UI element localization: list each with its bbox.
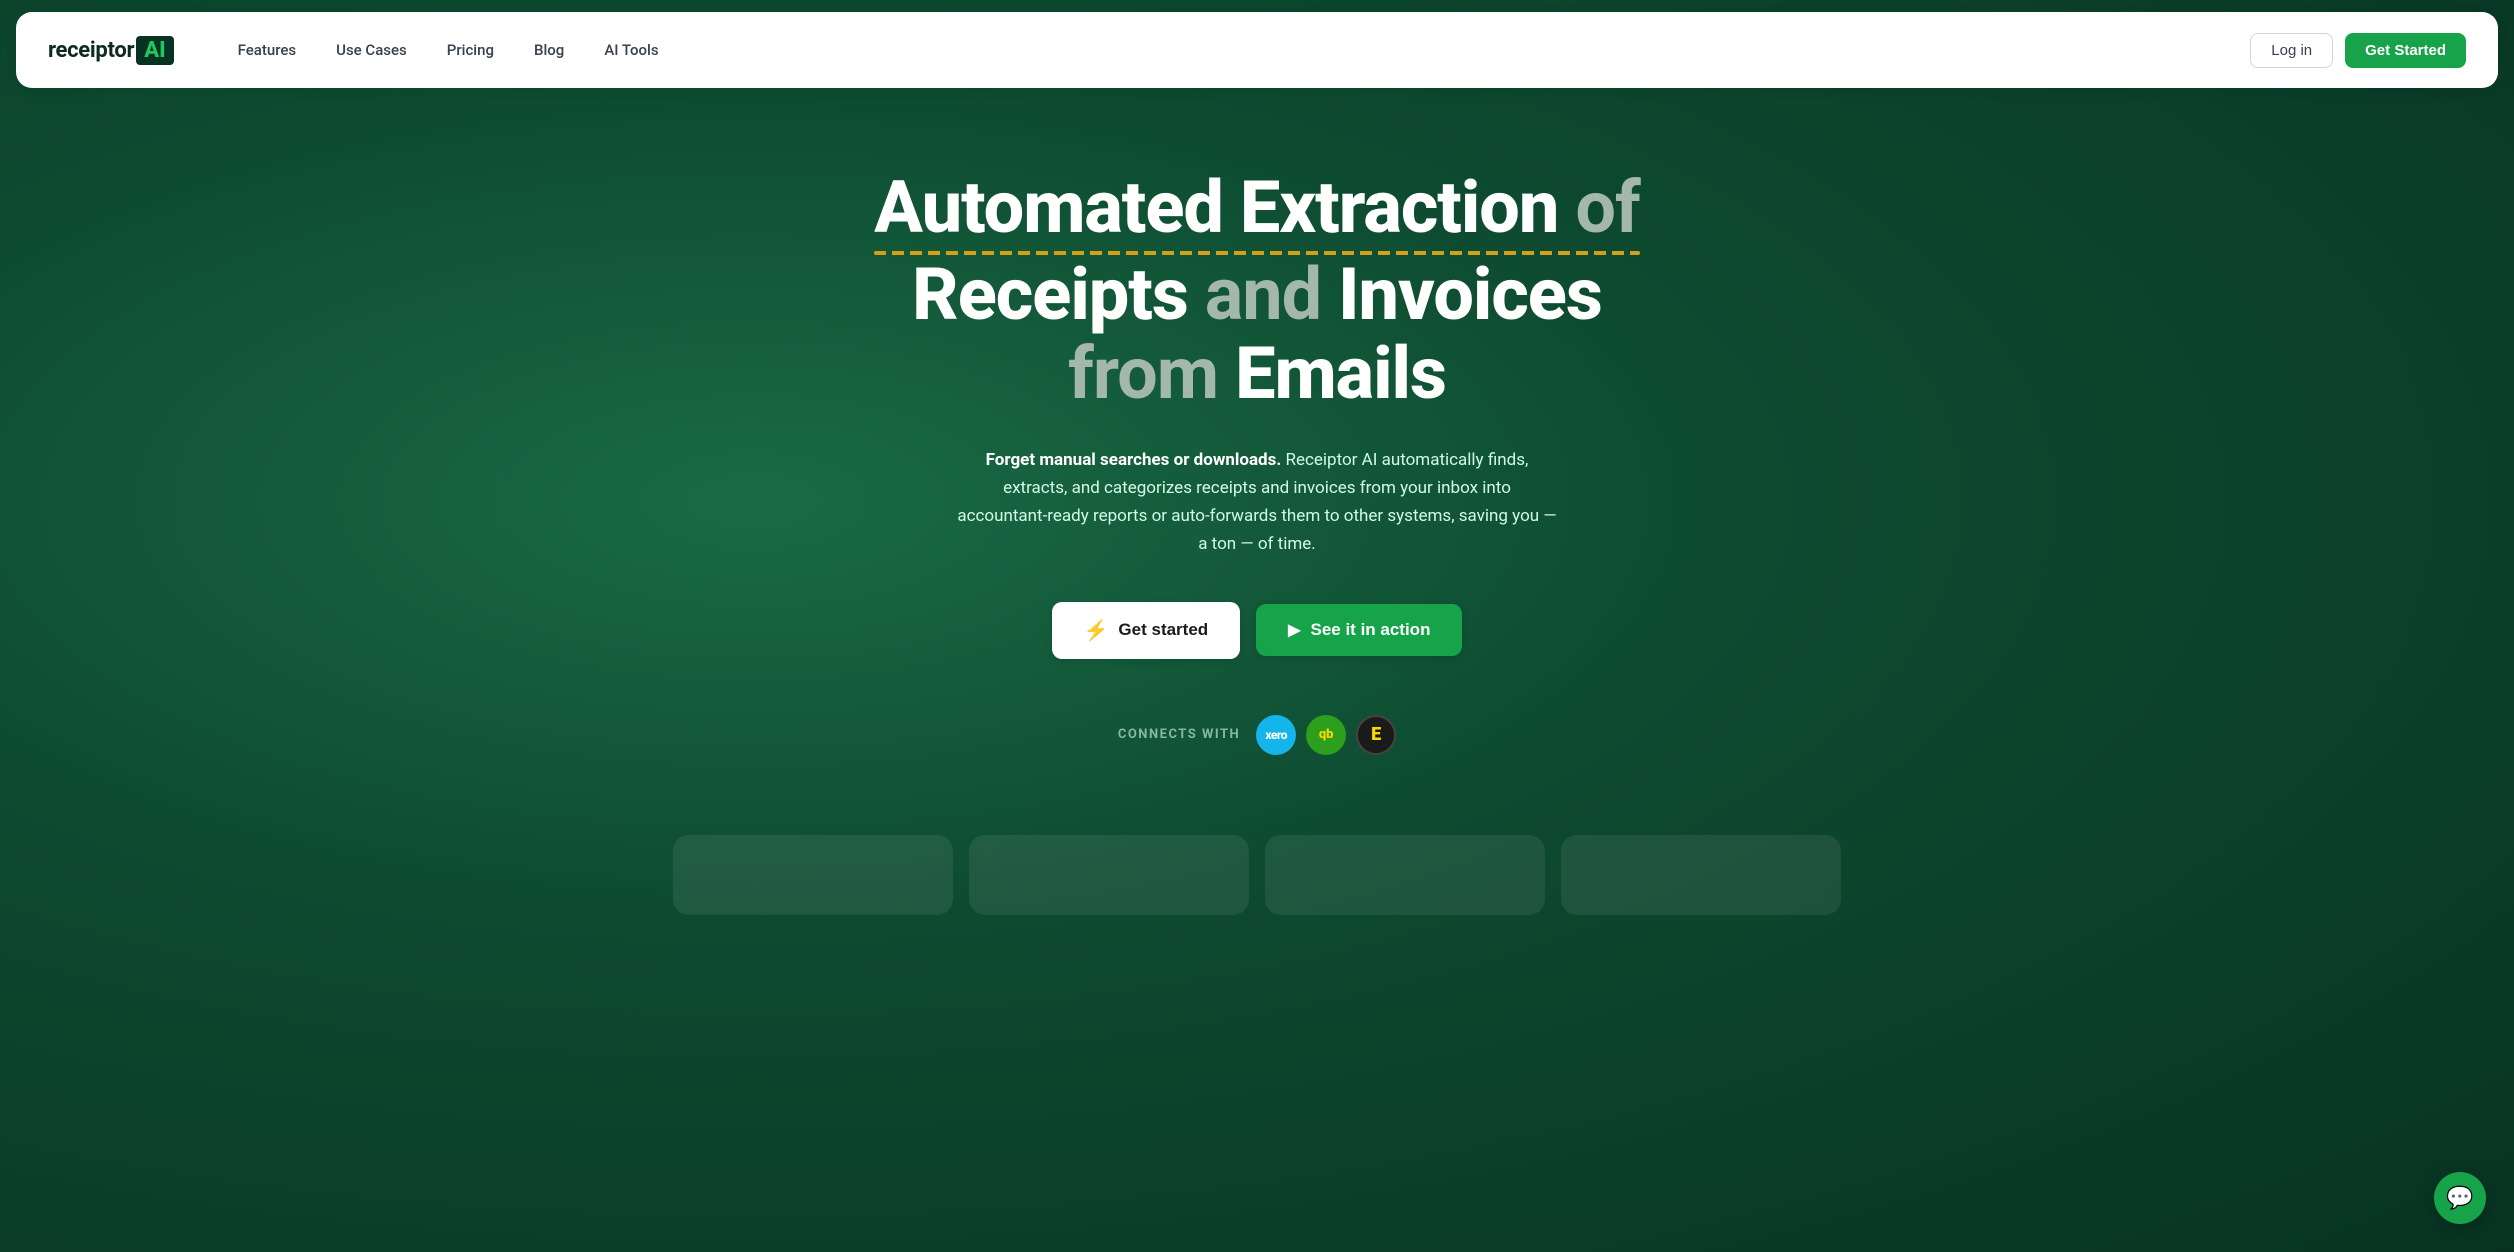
- bottom-card-4: [1561, 835, 1841, 915]
- hero-buttons: ⚡ Get started ▶ See it in action: [1052, 602, 1463, 659]
- get-started-nav-button[interactable]: Get Started: [2345, 33, 2466, 68]
- nav-use-cases[interactable]: Use Cases: [320, 33, 423, 67]
- bottom-cards: [0, 835, 2514, 915]
- nav-ai-tools[interactable]: AI Tools: [588, 33, 674, 67]
- hero-title-line2: Receipts: [912, 252, 1188, 337]
- hero-word-from: from: [1068, 331, 1218, 416]
- nav-links: Features Use Cases Pricing Blog AI Tools: [222, 33, 2251, 67]
- integration-icons: xero qb E: [1256, 715, 1396, 755]
- navbar-wrapper: receiptor AI Features Use Cases Pricing …: [0, 0, 2514, 88]
- hero-subtitle: Forget manual searches or downloads. Rec…: [957, 446, 1557, 558]
- logo-text: receiptor: [48, 38, 134, 63]
- login-button[interactable]: Log in: [2250, 33, 2333, 68]
- lightning-icon: ⚡: [1084, 618, 1109, 643]
- nav-pricing[interactable]: Pricing: [431, 33, 510, 67]
- bottom-card-1: [673, 835, 953, 915]
- logo-bracket: AI: [136, 36, 173, 65]
- nav-features[interactable]: Features: [222, 33, 312, 67]
- get-started-hero-label: Get started: [1118, 620, 1208, 640]
- xero-icon: xero: [1256, 715, 1296, 755]
- hero-word-of: of: [1575, 165, 1639, 250]
- hero-section: Automated Extraction of Receipts and Inv…: [0, 88, 2514, 815]
- chat-icon: 💬: [2446, 1186, 2473, 1211]
- logo-link[interactable]: receiptor AI: [48, 36, 174, 65]
- get-started-hero-button[interactable]: ⚡ Get started: [1052, 602, 1241, 659]
- expensify-icon: E: [1356, 715, 1396, 755]
- hero-title: Automated Extraction of Receipts and Inv…: [874, 168, 1639, 414]
- connects-with: CONNECTS WITH xero qb E: [1118, 715, 1396, 755]
- hero-title-line1: Automated Extraction: [874, 165, 1558, 250]
- nav-blog[interactable]: Blog: [518, 33, 580, 67]
- connects-label: CONNECTS WITH: [1118, 727, 1240, 742]
- chat-bubble[interactable]: 💬: [2434, 1172, 2486, 1224]
- hero-subtitle-bold: Forget manual searches or downloads.: [986, 450, 1282, 470]
- quickbooks-icon: qb: [1306, 715, 1346, 755]
- hero-title-line4: Emails: [1235, 331, 1446, 416]
- bottom-card-2: [969, 835, 1249, 915]
- see-action-label: See it in action: [1310, 620, 1430, 640]
- hero-word-and: and: [1205, 252, 1321, 337]
- bottom-card-3: [1265, 835, 1545, 915]
- play-icon: ▶: [1288, 620, 1300, 640]
- navbar: receiptor AI Features Use Cases Pricing …: [16, 12, 2498, 88]
- hero-title-line3: Invoices: [1338, 252, 1602, 337]
- nav-actions: Log in Get Started: [2250, 33, 2466, 68]
- see-action-button[interactable]: ▶ See it in action: [1256, 604, 1462, 656]
